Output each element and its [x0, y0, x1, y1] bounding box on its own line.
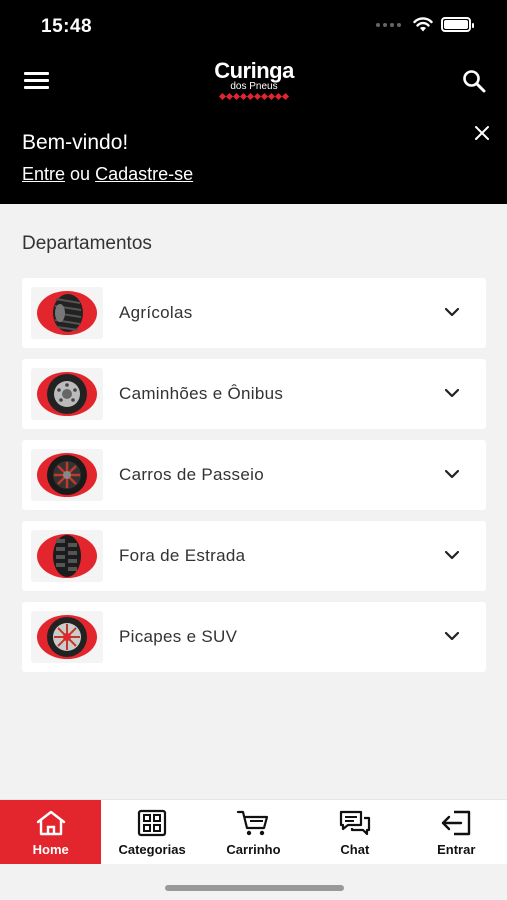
top-header: 15:48 Curinga dos Pneus Bem-vindo! Entre…	[0, 0, 507, 204]
home-indicator[interactable]	[165, 885, 344, 891]
tab-categorias[interactable]: Categorias	[101, 800, 202, 864]
tab-label: Chat	[340, 841, 370, 857]
menu-button[interactable]	[24, 72, 50, 92]
department-label: Fora de Estrada	[119, 546, 246, 565]
login-icon	[439, 808, 473, 838]
department-item-agricolas[interactable]: Agrícolas	[22, 278, 486, 348]
chevron-down-icon	[444, 550, 460, 560]
chevron-down-icon	[444, 388, 460, 398]
tab-label: Entrar	[437, 841, 476, 857]
tab-entrar[interactable]: Entrar	[406, 800, 507, 864]
chevron-down-icon	[444, 469, 460, 479]
status-icons	[376, 17, 474, 32]
tab-label: Home	[32, 841, 69, 857]
tab-carrinho[interactable]: Carrinho	[203, 800, 304, 864]
chevron-down-icon	[444, 307, 460, 317]
offroad-tire-icon	[31, 530, 103, 582]
department-label: Caminhões e Ônibus	[119, 384, 284, 403]
welcome-banner: Bem-vindo! Entre ou Cadastre-se	[22, 131, 193, 185]
brand-logo[interactable]: Curinga dos Pneus	[204, 58, 304, 101]
welcome-title: Bem-vindo!	[22, 131, 129, 154]
bottom-tab-bar: Home Categorias Carrinho Chat Entrar	[0, 799, 507, 864]
login-link[interactable]: Entre	[22, 164, 65, 184]
chat-icon	[338, 808, 372, 838]
grid-icon	[135, 808, 169, 838]
tab-label: Categorias	[118, 841, 186, 857]
logo-main-text: Curinga	[214, 58, 294, 83]
close-icon[interactable]	[473, 124, 491, 142]
navigation-bar: Curinga dos Pneus	[0, 52, 507, 112]
search-icon[interactable]	[461, 68, 487, 94]
home-icon	[34, 808, 68, 838]
status-bar: 15:48	[0, 0, 507, 52]
signup-link[interactable]: Cadastre-se	[95, 164, 193, 184]
status-time: 15:48	[41, 16, 93, 37]
department-label: Picapes e SUV	[119, 627, 238, 646]
departments-title: Departamentos	[22, 233, 152, 254]
department-label: Agrícolas	[119, 303, 193, 322]
suv-tire-icon	[31, 611, 103, 663]
tab-chat[interactable]: Chat	[304, 800, 405, 864]
tab-label: Carrinho	[226, 841, 281, 857]
wifi-icon	[413, 17, 433, 32]
department-label: Carros de Passeio	[119, 465, 264, 484]
department-item-carros[interactable]: Carros de Passeio	[22, 440, 486, 510]
battery-icon	[441, 17, 474, 32]
car-tire-icon	[31, 449, 103, 501]
department-item-picapes-suv[interactable]: Picapes e SUV	[22, 602, 486, 672]
department-item-caminhoes[interactable]: Caminhões e Ônibus	[22, 359, 486, 429]
logo-diamonds	[204, 92, 304, 101]
chevron-down-icon	[444, 631, 460, 641]
truck-tire-icon	[31, 368, 103, 420]
welcome-separator: ou	[70, 164, 91, 184]
tab-home[interactable]: Home	[0, 800, 102, 864]
cellular-signal-icon	[376, 22, 401, 27]
departments-list: Agrícolas Caminhões e Ônibus Carros de P…	[22, 278, 486, 683]
cart-icon	[236, 808, 270, 838]
department-item-fora-de-estrada[interactable]: Fora de Estrada	[22, 521, 486, 591]
agricultural-tire-icon	[31, 287, 103, 339]
welcome-links: Entre ou Cadastre-se	[22, 164, 193, 185]
